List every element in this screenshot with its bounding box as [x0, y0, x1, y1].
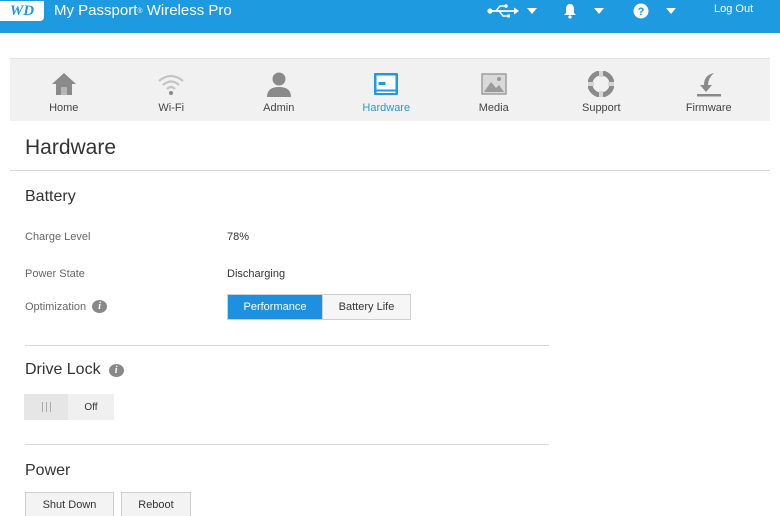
power-section-title: Power — [25, 462, 70, 480]
wd-logo: WD — [0, 1, 44, 21]
user-icon — [266, 70, 292, 98]
optimization-toggle: Performance Battery Life — [227, 294, 411, 320]
nav-item-home[interactable]: Home — [10, 59, 118, 121]
nav-item-media[interactable]: Media — [440, 59, 548, 121]
drive-lock-section-title: Drive Lock i — [25, 361, 124, 379]
shut-down-button[interactable]: Shut Down — [25, 492, 114, 516]
notifications-menu[interactable] — [563, 0, 604, 22]
battery-section-title: Battery — [25, 188, 76, 206]
power-state-value: Discharging — [227, 268, 286, 280]
nav-item-hardware[interactable]: Hardware — [333, 59, 441, 121]
hardware-icon — [373, 70, 399, 98]
chevron-down-icon — [594, 8, 604, 14]
battery-life-option[interactable]: Battery Life — [322, 295, 410, 319]
svg-text:?: ? — [638, 6, 645, 18]
nav-label: Admin — [263, 102, 295, 114]
switch-handle — [24, 394, 68, 420]
reboot-button[interactable]: Reboot — [121, 492, 191, 516]
divider — [25, 444, 549, 445]
charge-level-label: Charge Level — [25, 231, 91, 243]
nav-label: Wi-Fi — [158, 102, 185, 114]
divider — [25, 345, 549, 346]
chevron-down-icon — [527, 8, 537, 14]
top-bar: WD My Passport® Wireless Pro ? Log Out — [0, 0, 780, 33]
nav-label: Support — [581, 102, 621, 114]
wifi-icon — [157, 70, 185, 98]
main-nav: Home Wi-Fi Admin Hardware Media Support … — [10, 58, 770, 121]
image-icon — [481, 70, 507, 98]
app-name-main: My Passport — [54, 2, 138, 19]
drive-lock-title: Drive Lock — [25, 361, 101, 378]
nav-item-support[interactable]: Support — [548, 59, 656, 121]
optimization-label-text: Optimization — [25, 300, 87, 313]
performance-option[interactable]: Performance — [228, 295, 322, 319]
divider — [10, 170, 770, 171]
battery-title: Battery — [25, 188, 76, 205]
usb-menu[interactable] — [487, 0, 537, 22]
lifebuoy-icon — [588, 70, 615, 98]
usb-icon — [487, 4, 519, 18]
help-menu[interactable]: ? — [633, 0, 676, 22]
firmware-icon — [696, 70, 722, 98]
nav-label: Firmware — [685, 102, 732, 114]
app-name-suffix: Wireless Pro — [146, 2, 232, 19]
charge-level-value: 78% — [227, 231, 250, 243]
nav-label: Hardware — [362, 102, 411, 114]
info-icon[interactable]: i — [108, 363, 124, 377]
logout-link[interactable]: Log Out — [714, 3, 753, 15]
page-title: Hardware — [25, 136, 117, 159]
nav-item-wifi[interactable]: Wi-Fi — [118, 59, 226, 121]
app-name: My Passport® Wireless Pro — [54, 1, 232, 21]
home-icon — [51, 70, 77, 98]
info-icon[interactable]: i — [92, 300, 108, 313]
bell-icon — [564, 4, 576, 19]
registered-mark: ® — [137, 8, 143, 15]
drive-lock-switch[interactable]: Off — [24, 394, 114, 420]
drive-lock-state: Off — [84, 401, 98, 413]
power-state-label: Power State — [25, 268, 85, 280]
nav-label: Home — [49, 102, 79, 114]
brand: WD My Passport® Wireless Pro — [0, 0, 232, 22]
chevron-down-icon — [666, 8, 676, 14]
nav-item-firmware[interactable]: Firmware — [655, 59, 763, 121]
help-icon: ? — [633, 3, 649, 19]
power-title: Power — [25, 462, 71, 479]
optimization-label: Optimization i — [25, 300, 108, 313]
nav-label: Media — [478, 102, 509, 114]
nav-item-admin[interactable]: Admin — [225, 59, 333, 121]
